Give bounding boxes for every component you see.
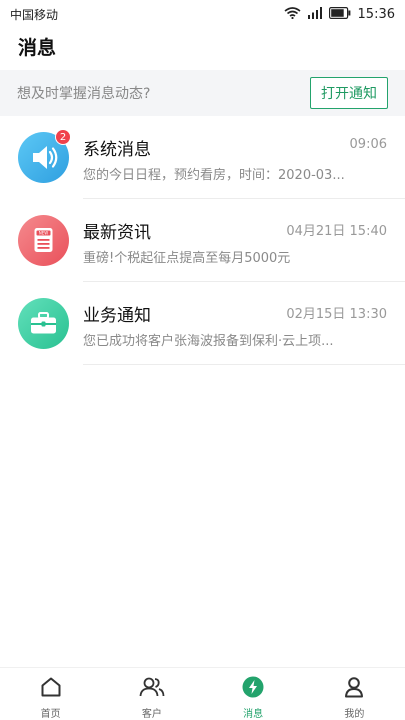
message-time: 09:06 [349, 137, 387, 152]
message-item-news[interactable]: NEW 最新资讯 04月21日 15:40 重磅!个税起征点提高至每月5000元 [0, 199, 405, 282]
svg-text:NEW: NEW [39, 231, 49, 236]
signal-icon [307, 6, 322, 22]
tab-label: 我的 [344, 709, 365, 720]
open-notifications-button[interactable]: 打开通知 [310, 77, 388, 109]
status-bar: 中国移动 15:36 [0, 0, 405, 28]
message-list: 2 系统消息 09:06 您的今日日程，预约看房，时间：2020-03... N… [0, 116, 405, 365]
status-time: 15:36 [357, 6, 395, 22]
message-time: 04月21日 15:40 [286, 224, 387, 239]
notification-prompt: 想及时掌握消息动态? 打开通知 [0, 70, 405, 116]
message-item-system[interactable]: 2 系统消息 09:06 您的今日日程，预约看房，时间：2020-03... [0, 116, 405, 199]
message-title: 业务通知 [83, 306, 151, 326]
bottom-tab-bar: 首页 客户 消息 我的 [0, 667, 405, 720]
tab-label: 客户 [141, 709, 162, 720]
home-icon [40, 676, 62, 702]
message-item-business[interactable]: 业务通知 02月15日 13:30 您已成功将客户张海波报备到保利·云上项... [0, 282, 405, 365]
tab-home[interactable]: 首页 [0, 668, 101, 720]
app-screen: 中国移动 15:36 消息 想及时掌握消息动态? 打开通知 2 系统消息 09:… [0, 0, 405, 720]
message-preview: 您的今日日程，预约看房，时间：2020-03... [83, 168, 345, 183]
message-preview: 重磅!个税起征点提高至每月5000元 [83, 251, 291, 266]
unread-badge: 2 [55, 129, 71, 145]
page-title: 消息 [18, 37, 57, 59]
status-icons: 15:36 [284, 6, 395, 22]
message-title: 最新资讯 [83, 223, 151, 243]
message-time: 02月15日 13:30 [286, 307, 387, 322]
lightning-icon [242, 676, 264, 702]
carrier-label: 中国移动 [10, 7, 59, 22]
message-preview: 您已成功将客户张海波报备到保利·云上项... [83, 334, 334, 349]
tab-customers[interactable]: 客户 [101, 668, 202, 720]
news-icon: NEW [18, 215, 69, 266]
notification-prompt-text: 想及时掌握消息动态? [17, 86, 151, 102]
profile-icon [343, 676, 365, 702]
wifi-icon [284, 6, 301, 22]
tab-profile[interactable]: 我的 [304, 668, 405, 720]
briefcase-icon [18, 298, 69, 349]
tab-messages[interactable]: 消息 [203, 668, 304, 720]
divider [83, 364, 405, 365]
customers-icon [138, 676, 166, 702]
tab-label: 消息 [243, 709, 264, 720]
message-title: 系统消息 [83, 140, 151, 160]
tab-label: 首页 [40, 709, 61, 720]
battery-icon [328, 6, 351, 22]
